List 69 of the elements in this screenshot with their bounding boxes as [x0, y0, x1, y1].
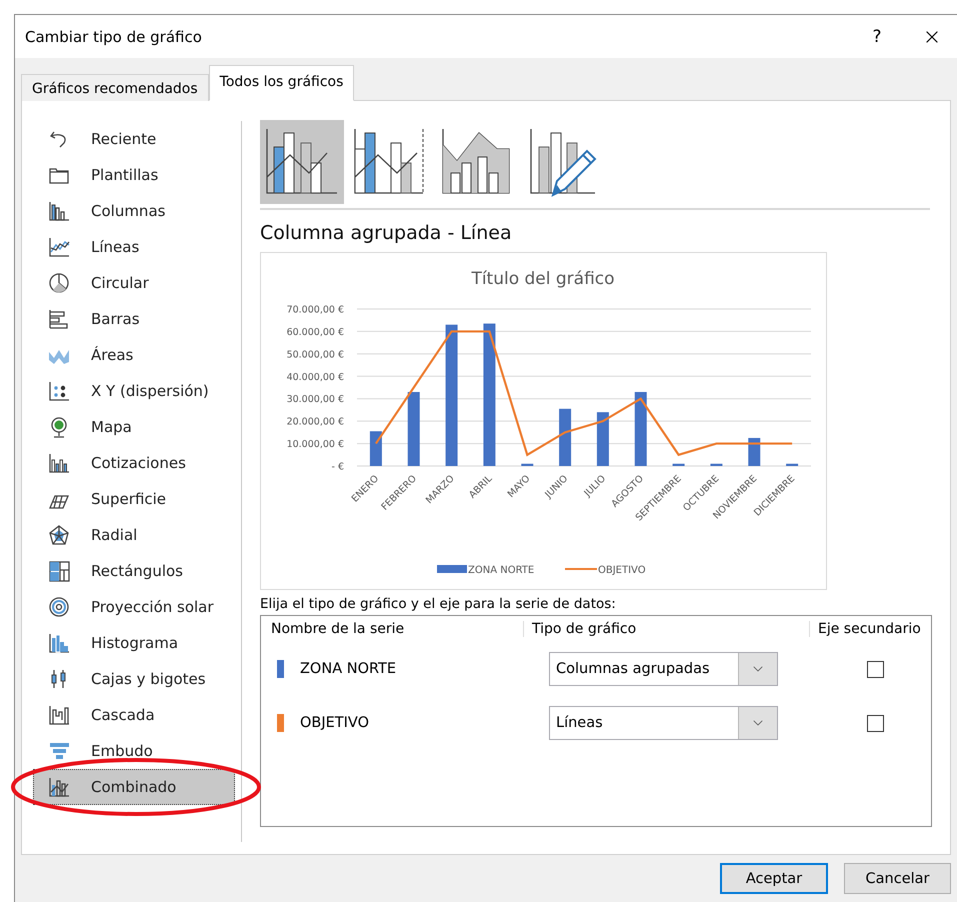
legend-label: ZONA NORTE [468, 565, 534, 576]
radar-chart-icon [48, 524, 71, 546]
chart-type-dropdown[interactable]: Columnas agrupadas [549, 652, 778, 686]
chart-type-dropdown[interactable]: Líneas [549, 706, 778, 740]
column-header: Tipo de gráfico [523, 621, 809, 637]
subtype-title: Columna agrupada - Línea [260, 222, 513, 244]
chart-type-item[interactable]: Cajas y bigotes [33, 661, 235, 697]
y-axis-label: 40.000,00 € [286, 372, 344, 383]
column-bar [786, 464, 798, 466]
chart-type-item[interactable]: Columnas [33, 193, 235, 229]
chart-type-item[interactable]: Circular [33, 265, 235, 301]
series-name: OBJETIVO [300, 715, 370, 731]
y-axis-label: - € [332, 462, 344, 472]
column-bar [521, 464, 534, 466]
column-bar [710, 464, 722, 466]
y-axis-label: 50.000,00 € [286, 349, 344, 360]
chart-type-item[interactable]: Cotizaciones [33, 445, 235, 481]
treemap-icon [48, 560, 71, 582]
chart-type-item[interactable]: Cascada [33, 697, 235, 733]
column-chart-icon [48, 200, 71, 222]
series-prompt: Elija el tipo de gráfico y el eje para la serie de datos: [260, 596, 617, 612]
chart-type-item[interactable]: Reciente [33, 121, 235, 157]
combo-chart-icon [48, 776, 71, 798]
y-axis-label: 60.000,00 € [286, 326, 344, 338]
line-chart-icon [48, 236, 71, 258]
y-axis-label: 70.000,00 € [286, 304, 344, 316]
column-header: Eje secundario [809, 621, 931, 637]
y-axis-label: 20.000,00 € [286, 416, 344, 428]
tab[interactable]: Gráficos recomendados [21, 74, 209, 101]
series-name: ZONA NORTE [300, 661, 396, 677]
dialog-button[interactable]: Cancelar [844, 863, 951, 894]
chart-type-item[interactable]: Plantillas [33, 157, 235, 193]
pie-chart-icon [48, 272, 71, 294]
chart-type-item[interactable]: Barras [33, 301, 235, 337]
legend-label: OBJETIVO [598, 565, 646, 576]
window-title: Cambiar tipo de gráfico [25, 28, 203, 46]
column-bar [672, 464, 685, 466]
help-button[interactable]: ? [847, 26, 907, 46]
y-axis-label: 30.000,00 € [286, 394, 344, 406]
chart-type-item[interactable]: Histograma [33, 625, 235, 661]
histogram-icon [48, 632, 71, 654]
dialog-button[interactable]: Aceptar [720, 863, 828, 894]
chart-type-item[interactable]: Rectángulos [33, 553, 235, 589]
column-header: Nombre de la serie [270, 621, 406, 637]
chart-type-item[interactable]: X Y (dispersión) [33, 373, 235, 409]
y-axis-label: 10.000,00 € [286, 439, 344, 450]
waterfall-chart-icon [48, 704, 71, 726]
sunburst-icon [48, 596, 71, 618]
secondary-axis-checkbox[interactable] [867, 714, 884, 732]
chart-title: Título del gráfico [471, 269, 615, 289]
legend-line-icon [565, 568, 597, 570]
legend-bar-icon [437, 565, 467, 573]
column-bar [748, 438, 760, 466]
chart-type-item[interactable]: Líneas [33, 229, 235, 265]
chart-type-item[interactable]: Áreas [33, 337, 235, 373]
chart-type-item[interactable]: Mapa [33, 409, 235, 445]
column-bar [559, 408, 572, 466]
chart-subtype-option[interactable] [260, 120, 344, 204]
chart-type-item[interactable]: Embudo [33, 733, 235, 769]
chart-type-item[interactable]: Superficie [33, 481, 235, 517]
scatter-chart-icon [48, 380, 71, 402]
column-bar [370, 431, 382, 466]
column-bar [596, 412, 609, 466]
chart-type-item[interactable]: Proyección solar [33, 589, 235, 625]
secondary-axis-checkbox[interactable] [867, 660, 884, 678]
tab[interactable]: Todos los gráficos [208, 65, 354, 101]
chart-type-item[interactable]: Combinado [33, 769, 235, 805]
chart-type-item[interactable]: Radial [33, 517, 235, 553]
stock-chart-icon [48, 452, 71, 474]
